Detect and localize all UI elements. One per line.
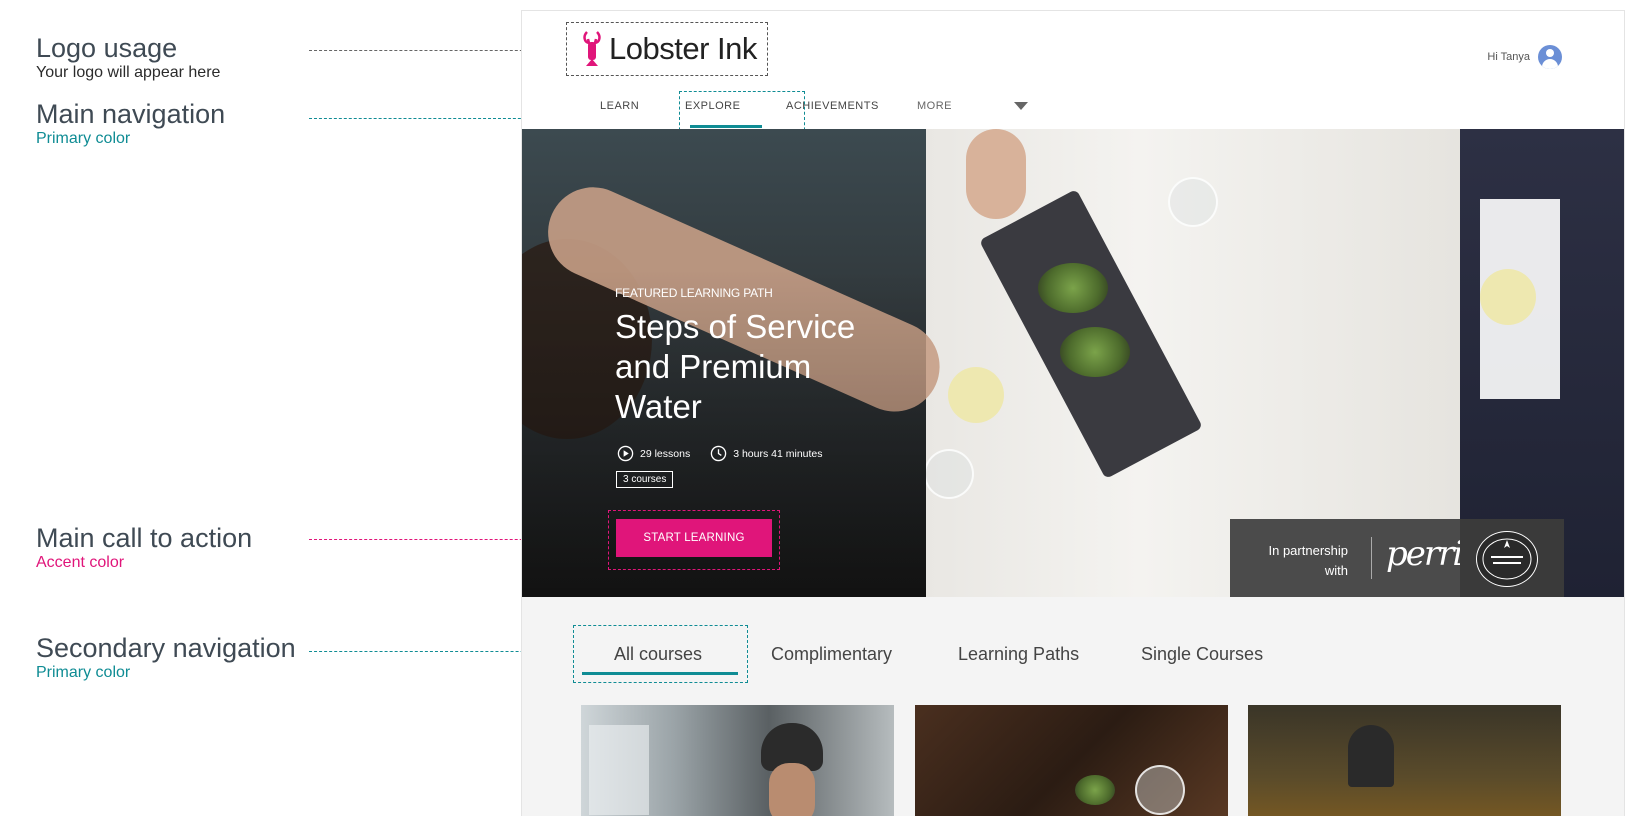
annotation-title: Logo usage xyxy=(36,33,178,63)
wine-glass xyxy=(1480,269,1536,325)
course-card[interactable] xyxy=(581,705,894,816)
bartender xyxy=(1348,725,1394,787)
annotation-title: Secondary navigation xyxy=(36,633,296,663)
course-card[interactable] xyxy=(915,705,1228,816)
partnership-panel: In partnership with perrier xyxy=(1230,519,1564,597)
annotation-subtitle: Primary color xyxy=(36,664,131,681)
courses-count-badge: 3 courses xyxy=(616,471,674,488)
annotation-secondary-navigation: Secondary navigation Primary color xyxy=(36,633,296,683)
lime xyxy=(1075,775,1115,805)
user-menu[interactable]: Hi Tanya xyxy=(1487,45,1562,69)
tab-complimentary[interactable]: Complimentary xyxy=(771,644,892,665)
wine-glass xyxy=(948,367,1004,423)
chevron-down-icon[interactable] xyxy=(1014,102,1028,110)
annotation-title: Main navigation xyxy=(36,99,226,129)
header: Lobster Ink Hi Tanya LEARN EXPLORE ACHIE… xyxy=(522,11,1624,146)
face xyxy=(769,763,815,816)
annotation-logo-usage: Logo usage Your logo will appear here xyxy=(36,33,220,83)
secondary-nav-highlight xyxy=(573,625,748,683)
glass xyxy=(1135,765,1185,815)
start-learning-button[interactable]: START LEARNING xyxy=(616,519,772,557)
glass xyxy=(1168,177,1218,227)
annotation-title: Main call to action xyxy=(36,523,253,553)
nav-item-more[interactable]: MORE xyxy=(917,100,952,112)
app-preview: Lobster Ink Hi Tanya LEARN EXPLORE ACHIE… xyxy=(522,11,1624,816)
annotation-subtitle: Accent color xyxy=(36,554,125,571)
glass xyxy=(924,449,974,499)
tab-learning-paths[interactable]: Learning Paths xyxy=(958,644,1079,665)
acqua-panna-seal-icon xyxy=(1476,531,1538,587)
divider xyxy=(1371,537,1372,579)
hero-meta: 29 lessons 3 hours 41 minutes xyxy=(617,445,823,462)
bowl xyxy=(1060,327,1130,377)
logo-text: Lobster Ink xyxy=(609,31,757,66)
user-avatar-icon[interactable] xyxy=(1538,45,1562,69)
nav-item-learn[interactable]: LEARN xyxy=(600,100,639,112)
annotation-subtitle: Your logo will appear here xyxy=(36,64,221,81)
course-card[interactable] xyxy=(1248,705,1561,816)
secondary-nav: All courses Complimentary Learning Paths… xyxy=(522,597,1624,816)
duration: 3 hours 41 minutes xyxy=(733,447,823,460)
tab-single-courses[interactable]: Single Courses xyxy=(1141,644,1263,665)
annotation-main-navigation: Main navigation Primary color xyxy=(36,99,225,149)
lessons-count: 29 lessons xyxy=(640,447,691,460)
play-circle-icon xyxy=(617,445,634,462)
annotation-main-cta: Main call to action Accent color xyxy=(36,523,252,573)
bowl xyxy=(1038,263,1108,313)
hero-title: Steps of Service and Premium Water xyxy=(615,308,856,425)
logo[interactable]: Lobster Ink xyxy=(566,22,768,76)
partnership-text: In partnership with xyxy=(1268,543,1349,578)
featured-eyebrow: FEATURED LEARNING PATH xyxy=(615,286,773,300)
user-greeting: Hi Tanya xyxy=(1487,51,1530,63)
hero-banner: FEATURED LEARNING PATH Steps of Service … xyxy=(522,129,1624,597)
hand xyxy=(966,129,1026,219)
annotation-subtitle: Primary color xyxy=(36,130,131,147)
building-windows xyxy=(589,725,649,815)
clock-icon xyxy=(710,445,727,462)
lobster-icon xyxy=(583,31,601,66)
